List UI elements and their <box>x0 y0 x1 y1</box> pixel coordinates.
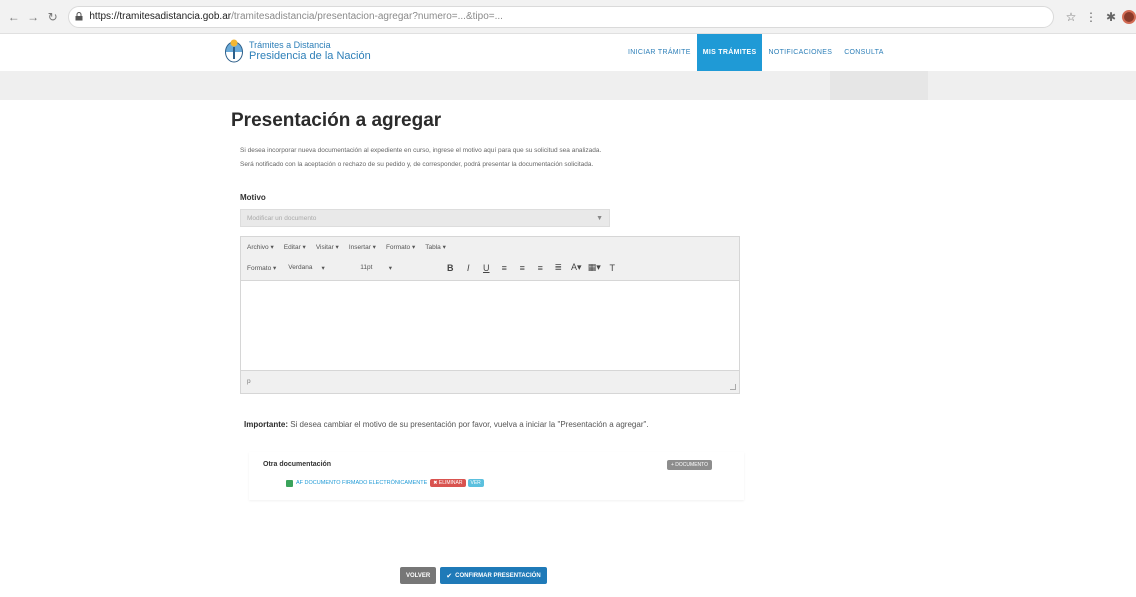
confirm-label: CONFIRMAR PRESENTACIÓN <box>455 572 541 579</box>
site-logo[interactable]: Trámites a Distancia Presidencia de la N… <box>224 38 371 64</box>
rich-text-editor: Archivo ▾ Editar ▾ Visitar ▾ Insertar ▾ … <box>240 236 740 394</box>
editor-format-bar: Formato ▾ Verdana ▾ 11pt ▾ B I U ≡ ≡ ≡ ≣… <box>247 262 622 273</box>
menu-tabla[interactable]: Tabla ▾ <box>425 243 446 251</box>
motivo-label: Motivo <box>240 193 266 202</box>
reload-icon[interactable]: ↻ <box>45 9 60 25</box>
back-button[interactable]: VOLVER <box>400 567 437 584</box>
forward-arrow-icon[interactable]: → <box>25 9 40 25</box>
underline-icon[interactable]: U <box>478 263 494 273</box>
address-bar[interactable]: https://tramitesadistancia.gob.ar /trami… <box>68 5 1054 28</box>
menu-insertar[interactable]: Insertar ▾ <box>349 243 376 251</box>
other-docs-panel: Otra documentación + DOCUMENTO AF DOCUME… <box>249 452 744 500</box>
editor-toolbar: Archivo ▾ Editar ▾ Visitar ▾ Insertar ▾ … <box>241 237 739 281</box>
document-list-item: AF DOCUMENTO FIRMADO ELECTRÓNICAMENTE ✖ … <box>286 479 486 487</box>
editor-content-area[interactable] <box>241 281 739 370</box>
sub-header-block <box>830 71 928 100</box>
intro-text: Si desea incorporar nueva documentación … <box>240 147 602 168</box>
extension-icon[interactable]: ⋮ <box>1082 8 1100 26</box>
chevron-down-icon: ▼ <box>596 214 603 222</box>
editor-element-path: p <box>247 378 251 385</box>
puzzle-icon[interactable]: ✱ <box>1102 8 1120 26</box>
profile-avatar-icon[interactable] <box>1121 9 1136 24</box>
menu-formato[interactable]: Formato ▾ <box>386 243 415 251</box>
file-icon <box>286 479 293 487</box>
logo-title: Presidencia de la Nación <box>249 50 371 62</box>
motivo-placeholder: Modificar un documento <box>247 214 317 222</box>
view-document-button[interactable]: VER <box>467 479 484 487</box>
browser-toolbar: ← → ↻ https://tramitesadistancia.gob.ar … <box>0 0 1136 34</box>
confirm-presentation-button[interactable]: ✔ CONFIRMAR PRESENTACIÓN <box>440 567 547 584</box>
bold-icon[interactable]: B <box>442 263 458 273</box>
check-icon: ✔ <box>446 572 453 580</box>
nav-notificaciones[interactable]: NOTIFICACIONES <box>762 34 838 71</box>
align-right-icon[interactable]: ≡ <box>532 263 548 273</box>
main-nav: INICIAR TRÁMITE MIS TRÁMITES NOTIFICACIO… <box>622 34 890 71</box>
lock-icon <box>75 12 85 22</box>
editor-statusbar: p <box>241 370 739 393</box>
text-color-icon[interactable]: A▾ <box>568 262 584 273</box>
delete-document-button[interactable]: ✖ ELIMINAR <box>430 479 466 487</box>
nav-mis-tramites[interactable]: MIS TRÁMITES <box>696 34 763 71</box>
sub-header-bar <box>0 71 1136 100</box>
nav-consulta[interactable]: CONSULTA <box>838 34 889 71</box>
align-center-icon[interactable]: ≡ <box>514 263 530 273</box>
argentina-emblem-icon <box>225 39 243 63</box>
add-document-button[interactable]: + DOCUMENTO <box>667 460 712 470</box>
clear-formatting-icon[interactable]: T <box>604 263 620 273</box>
important-note: Importante: Si desea cambiar el motivo d… <box>244 420 649 429</box>
nav-iniciar-tramite[interactable]: INICIAR TRÁMITE <box>622 34 697 71</box>
other-docs-title: Otra documentación <box>263 461 332 468</box>
document-link[interactable]: AF DOCUMENTO FIRMADO ELECTRÓNICAMENTE <box>296 480 427 486</box>
background-color-icon[interactable]: ▦▾ <box>586 262 602 273</box>
format-dropdown[interactable]: Formato ▾ <box>247 264 276 272</box>
editor-menubar: Archivo ▾ Editar ▾ Visitar ▾ Insertar ▾ … <box>247 243 456 251</box>
motivo-select[interactable]: Modificar un documento ▼ <box>240 209 610 227</box>
important-label: Importante: <box>244 420 288 429</box>
font-family-value: Verdana <box>288 264 313 271</box>
resize-handle-icon[interactable] <box>730 384 736 390</box>
italic-icon[interactable]: I <box>460 263 476 273</box>
font-size-dropdown[interactable]: 11pt ▾ <box>360 264 430 272</box>
bookmark-star-icon[interactable]: ☆ <box>1062 8 1080 26</box>
menu-editar[interactable]: Editar ▾ <box>284 243 306 251</box>
site-header: Trámites a Distancia Presidencia de la N… <box>0 34 1136 71</box>
back-arrow-icon[interactable]: ← <box>6 9 21 25</box>
font-size-value: 11pt <box>360 264 373 271</box>
form-actions: VOLVER ✔ CONFIRMAR PRESENTACIÓN <box>400 567 547 584</box>
font-family-dropdown[interactable]: Verdana ▾ <box>288 264 348 272</box>
url-host: https://tramitesadistancia.gob.ar <box>89 11 232 22</box>
menu-visitar[interactable]: Visitar ▾ <box>316 243 339 251</box>
align-left-icon[interactable]: ≡ <box>496 263 512 273</box>
url-path: /tramitesadistancia/presentacion-agregar… <box>231 11 503 22</box>
align-justify-icon[interactable]: ≣ <box>550 262 566 273</box>
important-text: Si desea cambiar el motivo de su present… <box>288 420 649 429</box>
menu-archivo[interactable]: Archivo ▾ <box>247 243 274 251</box>
page-title: Presentación a agregar <box>231 110 442 131</box>
